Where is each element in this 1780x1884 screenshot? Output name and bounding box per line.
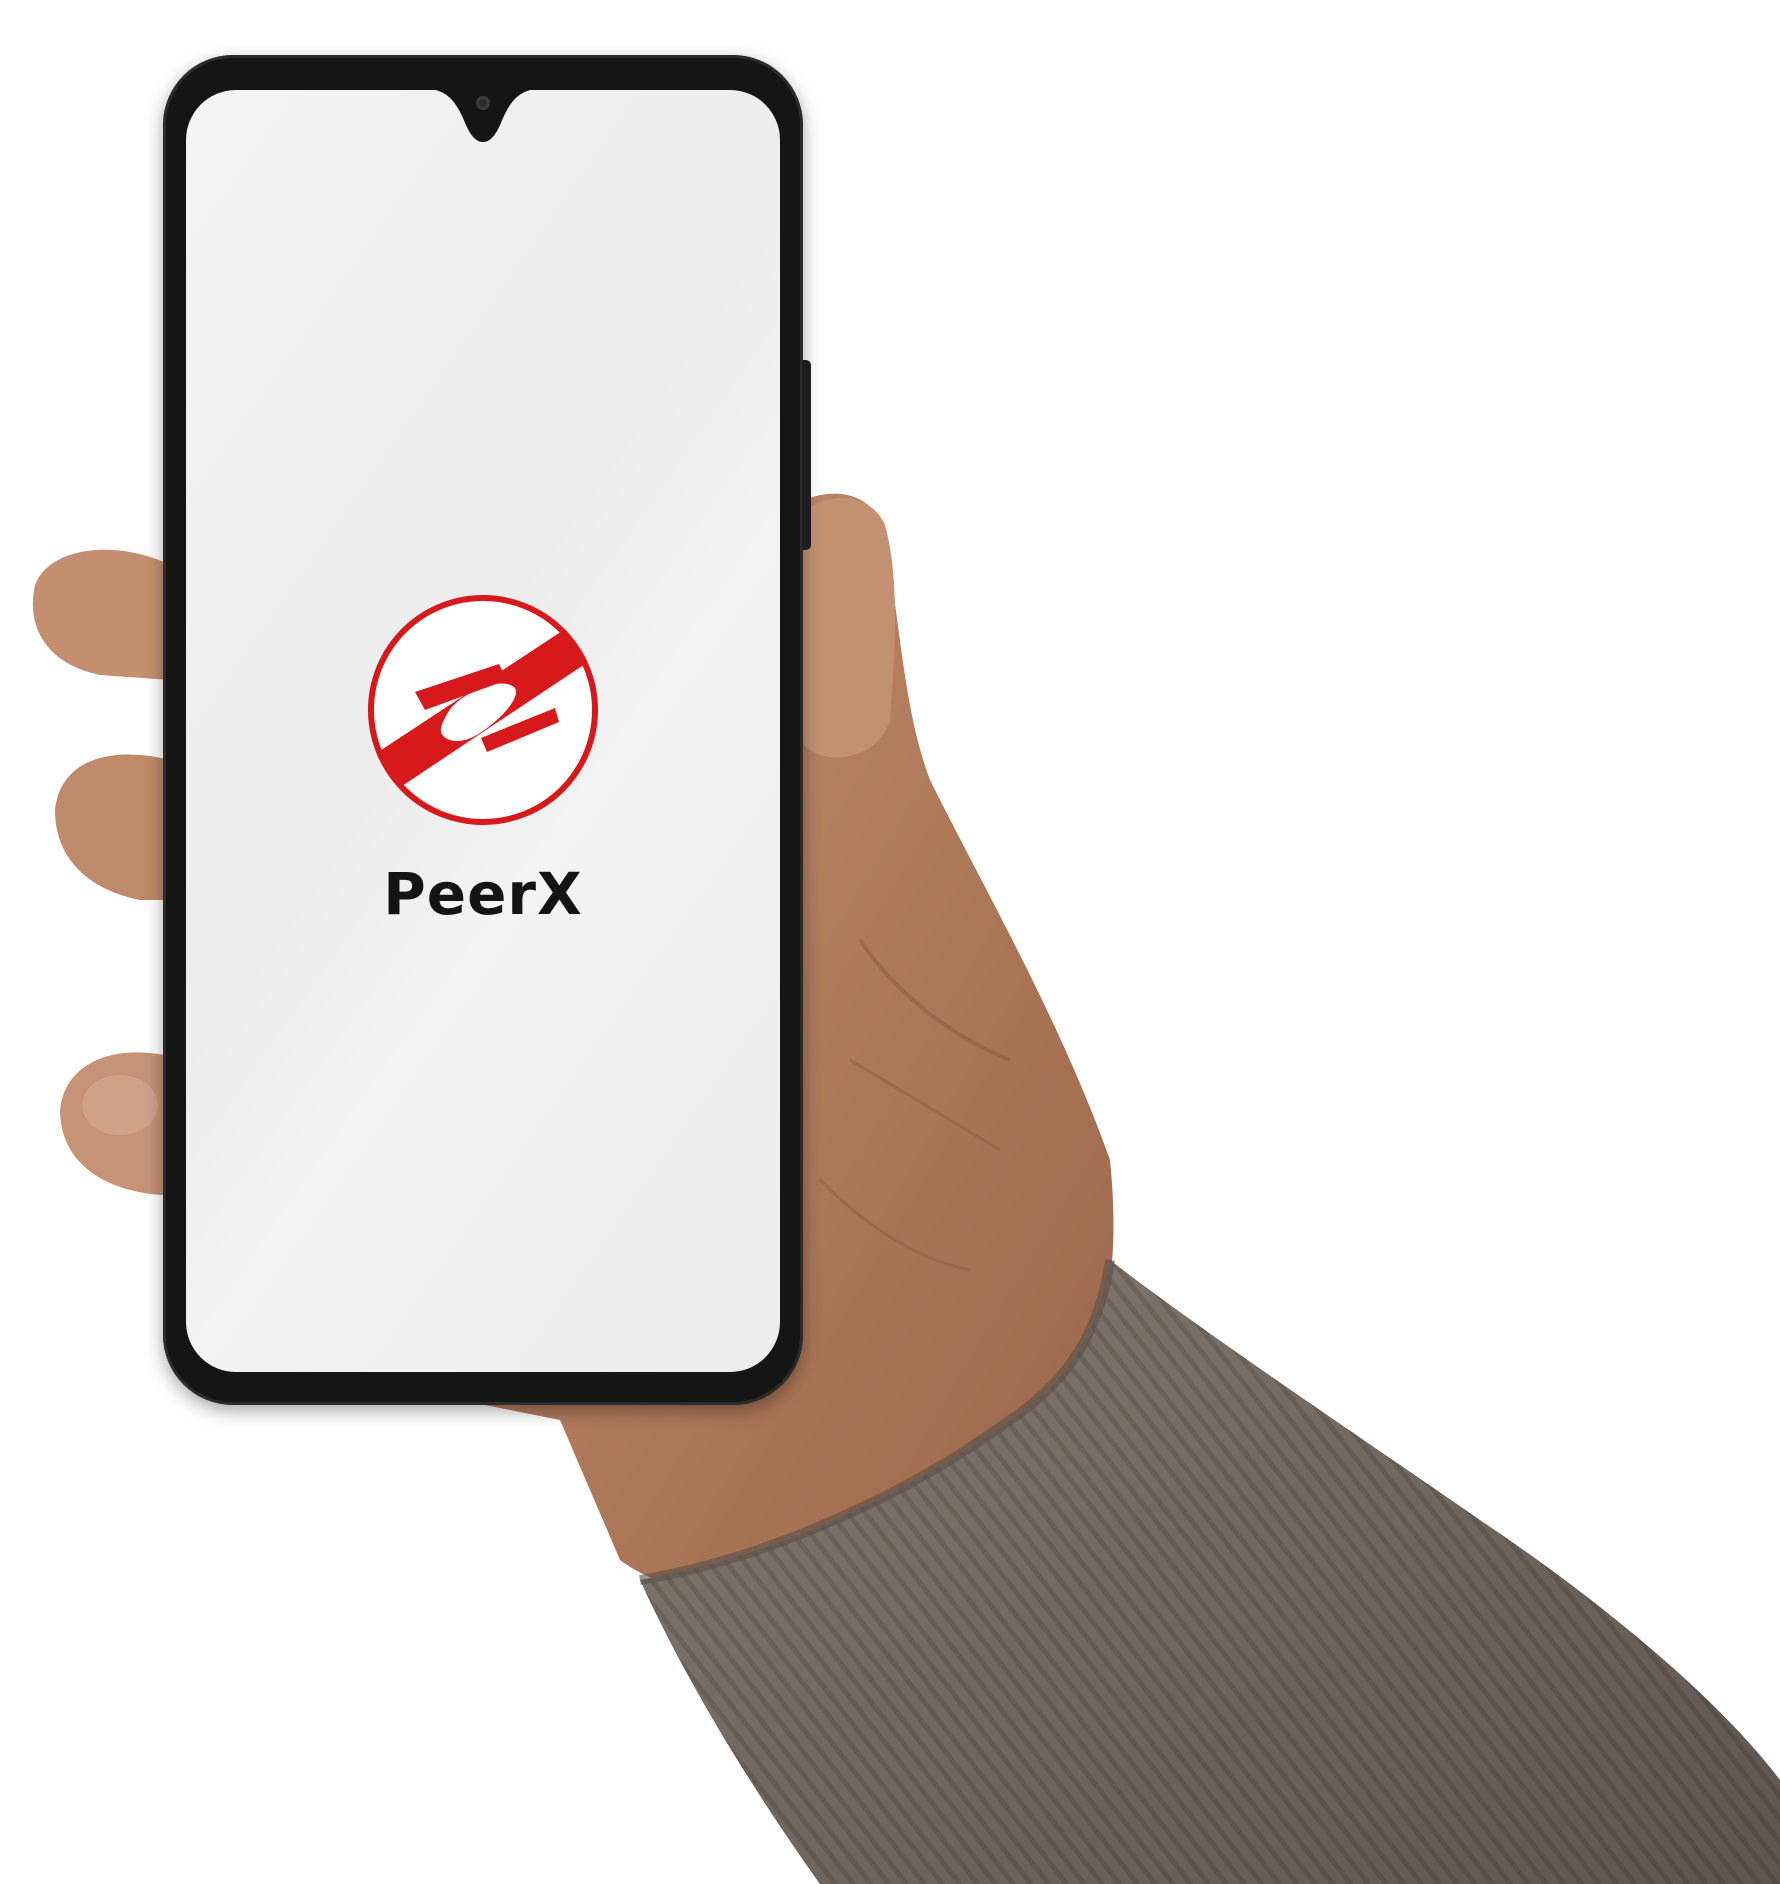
phone-screen: PeerX [186,90,780,1372]
app-logo[interactable] [363,590,603,830]
front-camera-icon [476,96,490,110]
peerx-logo-icon [368,595,598,825]
finger-middle [55,754,170,900]
app-name-label: PeerX [383,860,583,928]
side-button [802,360,811,550]
product-mockup-scene: PeerX [0,0,1780,1884]
finger-index [32,549,170,680]
smartphone: PeerX [163,55,811,1405]
